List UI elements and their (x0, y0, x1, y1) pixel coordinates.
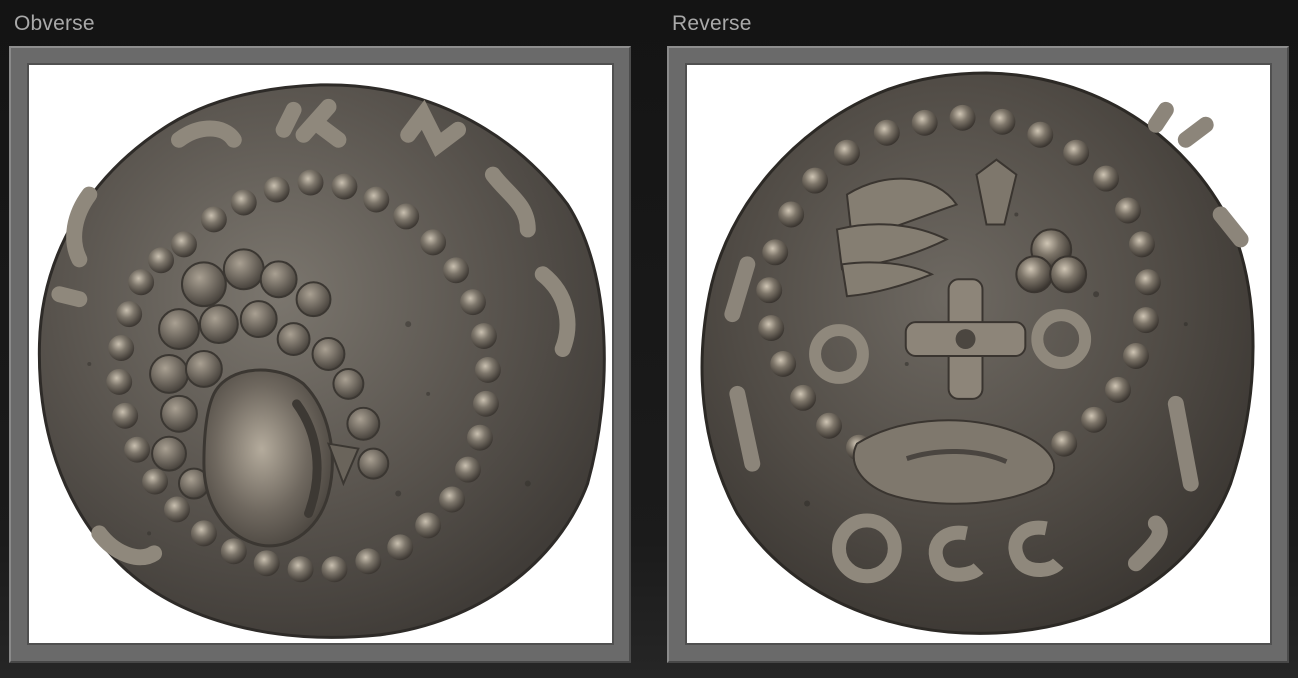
coin-obverse-picture (37, 83, 606, 639)
coin-reverse-picture (700, 71, 1255, 635)
obverse-frame (9, 46, 631, 663)
reverse-panel: Reverse (667, 0, 1289, 678)
reverse-frame (667, 46, 1289, 663)
reverse-label: Reverse (672, 12, 752, 35)
obverse-panel: Obverse (9, 0, 631, 678)
obverse-label: Obverse (14, 12, 95, 35)
reverse-image[interactable] (687, 65, 1270, 643)
obverse-image[interactable] (29, 65, 612, 643)
